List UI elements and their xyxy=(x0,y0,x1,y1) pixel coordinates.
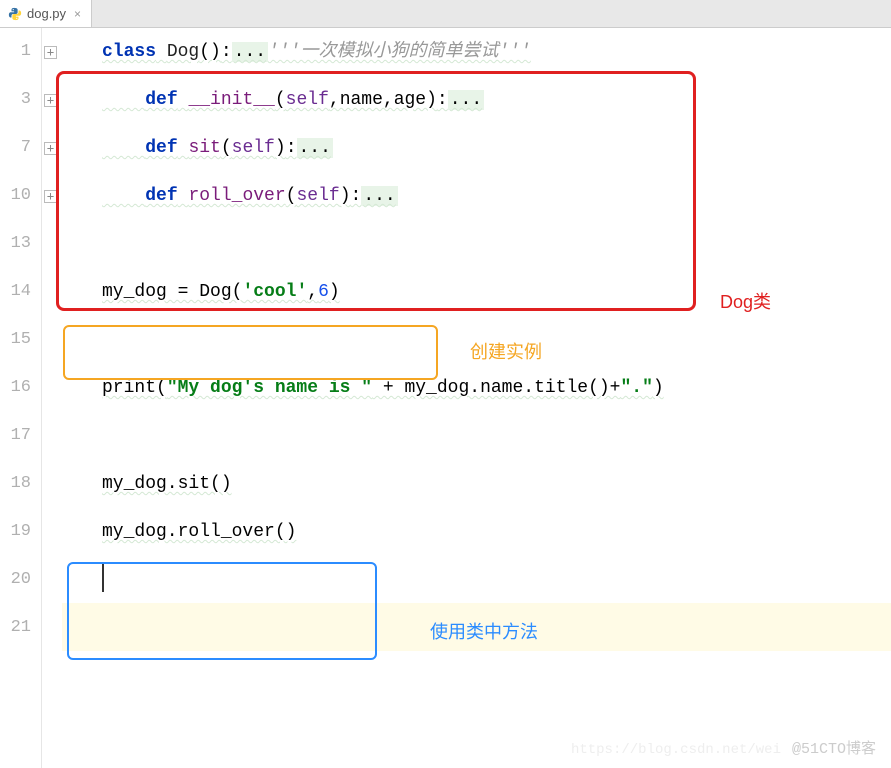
line-number: 20 xyxy=(0,556,31,604)
close-icon[interactable]: × xyxy=(74,7,81,21)
code-line[interactable]: my_dog.sit() xyxy=(102,460,891,508)
code-line[interactable] xyxy=(102,412,891,460)
code-line[interactable]: my_dog.roll_over() xyxy=(102,508,891,556)
tab-bar: dog.py × xyxy=(0,0,891,28)
fold-icon[interactable]: + xyxy=(44,94,57,107)
annotation-label-orange: 创建实例 xyxy=(470,338,542,364)
code-line[interactable]: def sit(self):... xyxy=(102,124,891,172)
file-tab[interactable]: dog.py × xyxy=(0,0,92,27)
line-number: 17 xyxy=(0,412,31,460)
tab-filename: dog.py xyxy=(27,6,66,21)
code-line[interactable]: print("My dog's name is " + my_dog.name.… xyxy=(102,364,891,412)
code-area[interactable]: class Dog():...'''一次模拟小狗的简单尝试''' def __i… xyxy=(62,28,891,768)
line-number: 14 xyxy=(0,268,31,316)
line-number: 15 xyxy=(0,316,31,364)
text-cursor xyxy=(102,562,104,592)
footer-signature: @51CTO博客 xyxy=(792,737,876,758)
line-number: 1 xyxy=(0,28,31,76)
line-number: 18 xyxy=(0,460,31,508)
annotation-label-blue: 使用类中方法 xyxy=(430,618,538,644)
line-number: 19 xyxy=(0,508,31,556)
line-number: 13 xyxy=(0,220,31,268)
line-number: 16 xyxy=(0,364,31,412)
code-line[interactable]: def roll_over(self):... xyxy=(102,172,891,220)
fold-gutter: + + + + xyxy=(42,28,62,768)
line-number: 7 xyxy=(0,124,31,172)
line-number: 21 xyxy=(0,604,31,652)
code-line[interactable]: def __init__(self,name,age):... xyxy=(102,76,891,124)
code-line[interactable]: class Dog():...'''一次模拟小狗的简单尝试''' xyxy=(102,28,891,76)
code-editor[interactable]: 1 3 7 10 13 14 15 16 17 18 19 20 21 + + … xyxy=(0,28,891,768)
watermark: https://blog.csdn.net/wei xyxy=(571,742,781,758)
python-icon xyxy=(8,7,22,21)
annotation-label-red: Dog类 xyxy=(720,288,771,314)
fold-icon[interactable]: + xyxy=(44,46,57,59)
code-line[interactable] xyxy=(102,556,891,604)
code-line[interactable]: my_dog = Dog('cool',6) xyxy=(102,268,891,316)
code-line[interactable] xyxy=(102,220,891,268)
line-number-gutter: 1 3 7 10 13 14 15 16 17 18 19 20 21 xyxy=(0,28,42,768)
line-number: 3 xyxy=(0,76,31,124)
fold-icon[interactable]: + xyxy=(44,190,57,203)
line-number: 10 xyxy=(0,172,31,220)
fold-icon[interactable]: + xyxy=(44,142,57,155)
